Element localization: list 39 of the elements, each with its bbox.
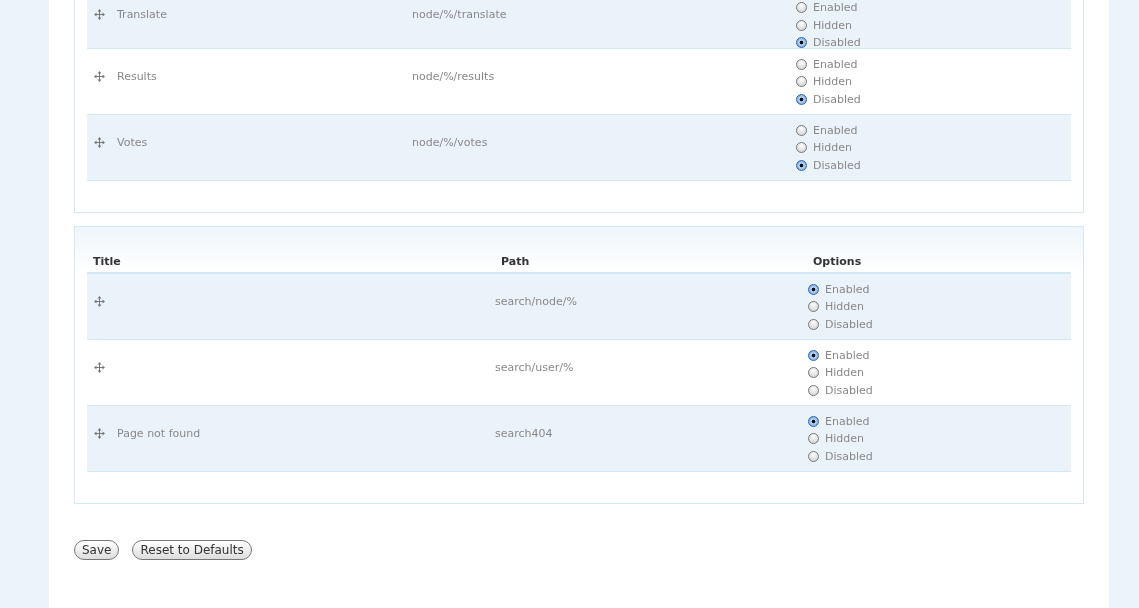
radio-option[interactable]: Hidden	[807, 429, 865, 448]
path-text: node/%/results	[412, 70, 496, 83]
radio-option[interactable]: Enabled	[807, 412, 870, 430]
drag-handle-icon[interactable]	[94, 296, 105, 307]
row-title: Page not found	[117, 427, 201, 440]
radio-option[interactable]: Enabled	[795, 55, 858, 73]
radio-option[interactable]: Disabled	[795, 34, 861, 52]
radio-option[interactable]: Disabled	[807, 381, 873, 399]
path-text: search/user/%	[495, 361, 575, 374]
radio-option[interactable]: Hidden	[795, 72, 853, 91]
row-title: Votes	[117, 136, 148, 149]
column-header: Path	[501, 255, 531, 268]
form-button[interactable]: Reset to Defaults	[132, 540, 252, 560]
drag-handle-icon[interactable]	[94, 428, 105, 439]
radio-option[interactable]: Hidden	[795, 16, 853, 34]
radio-option[interactable]: Disabled	[795, 90, 861, 108]
path-text: search404	[495, 427, 554, 440]
radio-option[interactable]: Enabled	[795, 121, 858, 139]
column-header: Title	[93, 255, 122, 268]
drag-handle-icon[interactable]	[94, 362, 105, 373]
row-title: Results	[117, 70, 157, 83]
radio-option[interactable]: Enabled	[807, 280, 870, 298]
radio-option[interactable]: Hidden	[807, 363, 865, 382]
form-button[interactable]: Save	[74, 540, 120, 560]
radio-option[interactable]: Enabled	[795, 0, 858, 17]
row-title: Translate	[117, 8, 167, 21]
radio-option[interactable]: Disabled	[807, 315, 873, 333]
path-text: node/%/votes	[412, 136, 489, 149]
radio-option[interactable]: Hidden	[807, 297, 865, 316]
path-text: search/node/%	[495, 295, 578, 308]
column-header: Options	[813, 255, 863, 268]
radio-option[interactable]: Disabled	[807, 447, 873, 465]
radio-option[interactable]: Disabled	[795, 156, 861, 174]
drag-handle-icon[interactable]	[94, 9, 105, 20]
radio-option[interactable]: Hidden	[795, 138, 853, 157]
drag-handle-icon[interactable]	[94, 137, 105, 148]
radio-option[interactable]: Enabled	[807, 346, 870, 364]
path-text: node/%/translate	[412, 8, 508, 21]
drag-handle-icon[interactable]	[94, 71, 105, 82]
